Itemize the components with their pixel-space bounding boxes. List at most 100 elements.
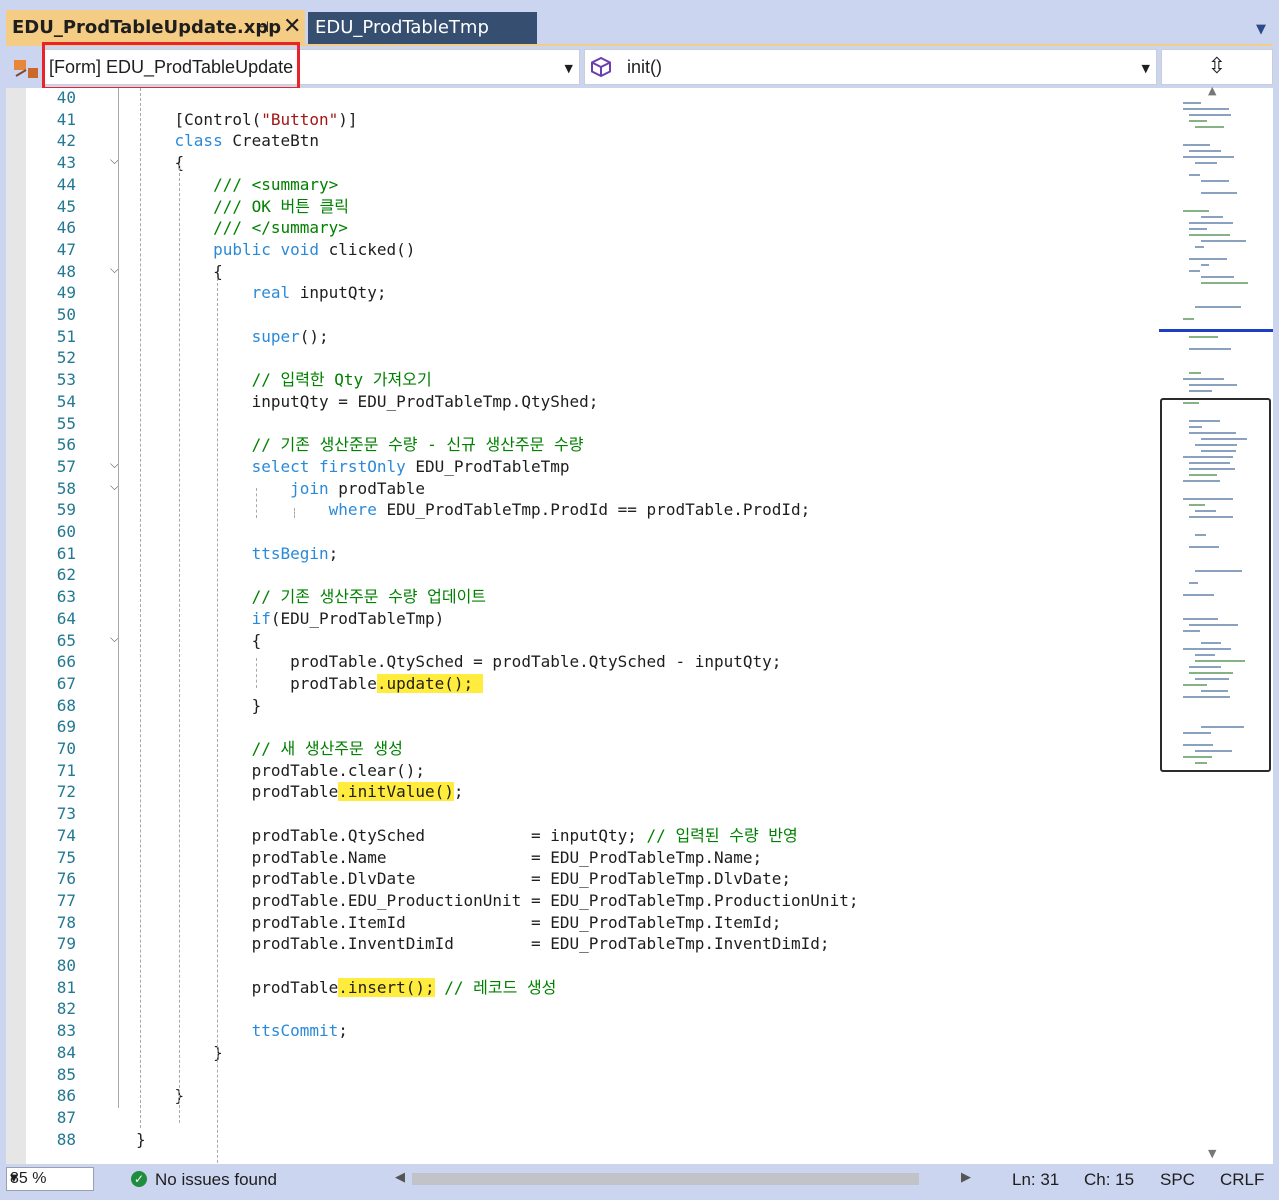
line-number: 56 [56,435,76,455]
code-editor[interactable]: 40 41 [Control("Button")] 42 class CreateB… [6,88,1159,1164]
code-text: /// </summary> [213,218,348,238]
code-text: } [136,695,262,715]
tab-title: EDU_ProdTableTmp [315,17,489,38]
scroll-down-icon[interactable]: ▼ [1208,1147,1216,1160]
tab-edu-prodtableupdate[interactable]: EDU_ProdTableUpdate.xpp ⊣ ✕ [6,10,305,44]
line-number: 75 [56,847,76,867]
line-number: 58 [56,478,76,498]
line-number: 72 [56,782,76,802]
scroll-right-icon[interactable]: ▶ [961,1170,971,1185]
minimap-code-line [1201,240,1246,242]
minimap-code-line [1183,102,1201,104]
minimap-viewport[interactable] [1160,398,1271,772]
indent-guide [140,88,141,1128]
line-number: 69 [56,717,76,737]
minimap-code-line [1189,336,1218,338]
line-number: 79 [56,934,76,954]
line-number: 85 [56,1064,76,1084]
minimap-code-line [1195,246,1204,248]
code-text: inputQty = EDU_ProdTableTmp.QtyShed; [136,391,599,411]
line-number: 48 [56,261,76,281]
line-number: 57 [56,456,76,476]
line-number: 65 [56,630,76,650]
dropdown-arrow-icon: ▼ [564,62,573,75]
outlining-margin-line [118,88,119,1108]
line-ending-status[interactable]: CRLF [1220,1170,1264,1190]
minimap-code-line [1201,192,1237,194]
close-icon[interactable]: ✕ [283,14,301,39]
code-line[interactable]: 42 class CreateBtn [6,130,1159,152]
horizontal-scrollbar-thumb[interactable] [412,1173,919,1185]
issues-status[interactable]: No issues found [155,1170,277,1190]
split-window-button[interactable]: ⇳ [1161,49,1273,85]
column-status[interactable]: Ch: 15 [1084,1170,1134,1190]
document-tab-strip: EDU_ProdTableUpdate.xpp ⊣ ✕ EDU_ProdTabl… [0,0,1279,44]
line-number: 82 [56,999,76,1019]
scroll-left-icon[interactable]: ◀ [395,1170,405,1185]
code-text: prodTable.initValue(); [136,782,464,802]
minimap-code-line [1195,126,1224,128]
code-text: prodTable.DlvDate = EDU_ProdTableTmp.Dlv… [136,869,792,889]
code-line[interactable]: 41 [Control("Button")] [6,109,1159,131]
whitespace-status[interactable]: SPC [1160,1170,1195,1190]
line-number: 40 [56,88,76,107]
indent-guide [217,278,218,1164]
line-number: 42 [56,131,76,151]
line-number: 53 [56,370,76,390]
line-number: 45 [56,196,76,216]
code-text: /// OK 버튼 클릭 [213,196,350,216]
code-text: prodTable.Name = EDU_ProdTableTmp.Name; [136,847,763,867]
line-number: 60 [56,522,76,541]
line-number: 73 [56,804,76,824]
minimap-code-line [1195,162,1217,164]
indent-guide [256,658,257,688]
code-text: prodTable.QtySched = inputQty; // 입력된 수량… [136,825,798,845]
ide-window: EDU_ProdTableUpdate.xpp ⊣ ✕ EDU_ProdTabl… [0,0,1279,1200]
code-text: prodTable.InventDimId = EDU_ProdTableTmp… [136,934,830,954]
code-text: super(); [251,326,329,346]
minimap-code-line [1189,222,1233,224]
highlight-callout-box [42,42,300,90]
line-number: 54 [56,391,76,411]
dropdown-arrow-icon: ▼ [1141,62,1150,75]
tab-title: EDU_ProdTableUpdate.xpp [12,17,282,38]
line-number: 66 [56,652,76,672]
minimap-code-line [1189,372,1201,374]
minimap-code-line [1189,174,1200,176]
project-items-icon [14,60,38,78]
tab-edu-prodtabletmp[interactable]: EDU_ProdTableTmp [308,12,537,44]
line-number: 78 [56,912,76,932]
line-number: 88 [56,1129,76,1149]
line-number: 47 [56,239,76,259]
minimap-code-line [1183,378,1224,380]
minimap-code-line [1201,216,1223,218]
minimap-caret-line [1159,329,1273,332]
line-number: 51 [56,326,76,346]
pin-icon[interactable]: ⊣ [256,18,269,36]
code-text: } [136,1086,185,1106]
line-number: 61 [56,543,76,563]
code-line[interactable]: 88} [6,1129,1159,1151]
code-text: prodTable.update(); [136,673,483,693]
minimap-code-line [1189,120,1207,122]
line-number: 62 [56,565,76,585]
minimap-code-line [1189,390,1212,392]
member-dropdown[interactable]: init() ▼ [584,49,1157,85]
line-number-status[interactable]: Ln: 31 [1012,1170,1059,1190]
code-line[interactable]: 40 [6,88,1159,109]
zoom-dropdown[interactable]: 85 % ▼ [6,1167,94,1191]
code-text: // 기존 생산준문 수량 - 신규 생산주문 수량 [251,435,584,455]
member-dropdown-value: init() [627,57,662,77]
scroll-up-icon[interactable]: ▲ [1208,84,1216,97]
minimap-code-line [1183,108,1229,110]
line-number: 55 [56,413,76,433]
line-number: 81 [56,977,76,997]
code-text: [Control("Button")] [136,109,358,129]
indent-guide [179,163,180,1123]
line-number: 80 [56,956,76,975]
code-text: // 새 생산주문 생성 [251,739,403,758]
code-text: // 기존 생산주문 수량 업데이트 [251,587,487,607]
code-text: select firstOnly EDU_ProdTableTmp [251,456,570,476]
tab-overflow-chevron-icon[interactable]: ▼ [1256,22,1266,37]
check-circle-icon: ✓ [131,1171,147,1187]
